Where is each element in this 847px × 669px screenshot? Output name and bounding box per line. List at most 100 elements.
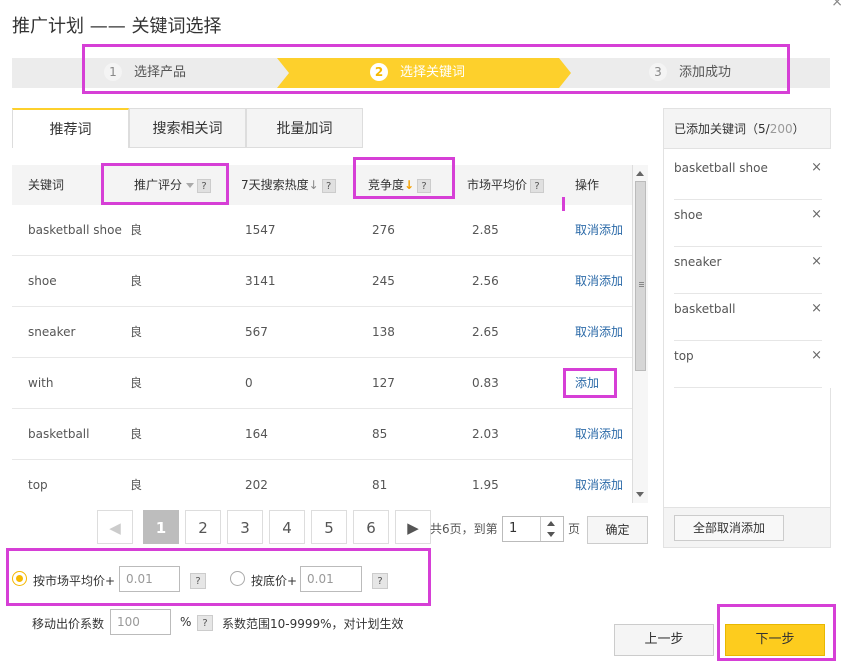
cell-price: 1.95 bbox=[472, 478, 499, 492]
step-number: 1 bbox=[104, 63, 122, 81]
cell-competition: 127 bbox=[372, 376, 395, 390]
page-button-1[interactable]: 1 bbox=[143, 510, 179, 544]
added-keywords-panel: 已添加关键词（5/200） basketball shoe × shoe × sne… bbox=[663, 108, 832, 548]
cancel-add-link[interactable]: 取消添加 bbox=[575, 409, 623, 460]
grip-icon bbox=[639, 282, 644, 283]
close-icon[interactable]: × bbox=[831, 0, 843, 10]
panel-title: 已添加关键词（ bbox=[674, 122, 759, 136]
step-number: 3 bbox=[649, 63, 667, 81]
sort-arrow-icon: ↓ bbox=[404, 178, 415, 192]
help-icon[interactable]: ? bbox=[197, 178, 212, 193]
step-add-success: 3 添加成功 bbox=[649, 58, 731, 88]
help-icon[interactable]: ? bbox=[197, 615, 213, 631]
cell-price: 2.56 bbox=[472, 274, 499, 288]
base-price-radio[interactable] bbox=[230, 571, 245, 586]
help-icon[interactable]: ? bbox=[372, 573, 388, 589]
cell-competition: 245 bbox=[372, 274, 395, 288]
header-competition-label: 竞争度 bbox=[368, 178, 405, 192]
added-keyword-label: sneaker bbox=[674, 255, 722, 269]
prev-step-button[interactable]: 上一步 bbox=[614, 624, 714, 656]
header-action: 操作 bbox=[575, 178, 600, 192]
help-icon[interactable]: ? bbox=[417, 178, 432, 193]
cancel-add-link[interactable]: 取消添加 bbox=[575, 460, 623, 503]
remove-icon[interactable]: × bbox=[811, 294, 822, 324]
step-label: 选择关键词 bbox=[400, 65, 466, 80]
list-item: top × bbox=[674, 341, 822, 388]
market-price-input[interactable]: 0.01 bbox=[119, 566, 180, 592]
next-page-icon[interactable]: ▶ bbox=[395, 510, 431, 544]
scroll-thumb[interactable] bbox=[635, 181, 646, 371]
cancel-add-link[interactable]: 取消添加 bbox=[575, 256, 623, 307]
cell-heat: 0 bbox=[245, 376, 253, 390]
sort-arrow-icon: ↓ bbox=[308, 178, 319, 192]
panel-header: 已添加关键词（5/200） bbox=[664, 109, 830, 149]
page-button-3[interactable]: 3 bbox=[227, 510, 263, 544]
cell-keyword: sneaker bbox=[28, 325, 76, 339]
page-button-2[interactable]: 2 bbox=[185, 510, 221, 544]
base-price-input[interactable]: 0.01 bbox=[300, 566, 362, 592]
list-item: basketball × bbox=[674, 294, 822, 341]
mobile-bid-input[interactable]: 100 bbox=[110, 609, 171, 635]
header-avg-price: 市场平均价? bbox=[467, 165, 545, 205]
page-stepper[interactable] bbox=[540, 517, 562, 541]
clear-all-button[interactable]: 全部取消添加 bbox=[674, 515, 784, 541]
help-icon[interactable]: ? bbox=[530, 178, 545, 193]
step-label: 选择产品 bbox=[134, 65, 187, 80]
tab-recommended[interactable]: 推荐词 bbox=[12, 108, 129, 148]
list-item: basketball shoe × bbox=[674, 153, 822, 200]
cell-keyword: shoe bbox=[28, 274, 57, 288]
remove-icon[interactable]: × bbox=[811, 153, 822, 183]
tab-search-related[interactable]: 搜索相关词 bbox=[129, 108, 246, 148]
header-score[interactable]: 推广评分? bbox=[134, 165, 212, 205]
remove-icon[interactable]: × bbox=[811, 247, 822, 277]
header-avg-price-label: 市场平均价 bbox=[467, 178, 528, 192]
cell-score: 良 bbox=[130, 223, 143, 237]
cell-score: 良 bbox=[130, 478, 143, 492]
scroll-down-icon[interactable] bbox=[636, 492, 644, 497]
base-price-label: 按底价+ bbox=[251, 574, 298, 588]
table-scrollbar[interactable] bbox=[632, 165, 648, 503]
stepper-down-icon[interactable] bbox=[547, 532, 555, 537]
market-price-label: 按市场平均价+ bbox=[33, 574, 116, 588]
confirm-page-button[interactable]: 确定 bbox=[587, 516, 648, 544]
cell-keyword: top bbox=[28, 478, 48, 492]
max-count: 200 bbox=[769, 122, 793, 136]
header-competition[interactable]: 竞争度↓? bbox=[368, 165, 432, 205]
cell-price: 2.03 bbox=[472, 427, 499, 441]
step-select-product: 1 选择产品 bbox=[104, 58, 186, 88]
cancel-add-link[interactable]: 取消添加 bbox=[575, 307, 623, 358]
step-arrow-in bbox=[277, 58, 289, 88]
table-row: shoe 良 3141 245 2.56 取消添加 bbox=[12, 256, 632, 307]
header-score-label: 推广评分 bbox=[134, 178, 183, 192]
cell-heat: 164 bbox=[245, 427, 268, 441]
table-row: top 良 202 81 1.95 取消添加 bbox=[12, 460, 632, 503]
help-icon[interactable]: ? bbox=[190, 573, 206, 589]
page-button-5[interactable]: 5 bbox=[311, 510, 347, 544]
cell-competition: 138 bbox=[372, 325, 395, 339]
panel-title-suffix: ） bbox=[792, 122, 805, 136]
range-note: 系数范围10-9999%，对计划生效 bbox=[222, 617, 404, 631]
stepper-up-icon[interactable] bbox=[547, 521, 555, 526]
added-keyword-label: basketball bbox=[674, 302, 736, 316]
remove-icon[interactable]: × bbox=[811, 200, 822, 230]
cell-heat: 202 bbox=[245, 478, 268, 492]
step-arrow-out bbox=[559, 58, 571, 88]
list-item: sneaker × bbox=[674, 247, 822, 294]
tab-batch-add[interactable]: 批量加词 bbox=[246, 108, 363, 148]
add-link[interactable]: 添加 bbox=[575, 358, 599, 409]
header-heat[interactable]: 7天搜索热度↓? bbox=[241, 165, 336, 205]
help-icon[interactable]: ? bbox=[321, 178, 336, 193]
cell-price: 2.65 bbox=[472, 325, 499, 339]
next-step-button[interactable]: 下一步 bbox=[725, 624, 825, 656]
step-number: 2 bbox=[370, 63, 388, 81]
page-button-4[interactable]: 4 bbox=[269, 510, 305, 544]
cell-score: 良 bbox=[130, 376, 143, 390]
market-price-radio[interactable] bbox=[12, 571, 27, 586]
added-count: 5 bbox=[758, 122, 766, 136]
prev-page-icon[interactable]: ◀ bbox=[97, 510, 133, 544]
cancel-add-link[interactable]: 取消添加 bbox=[575, 205, 623, 256]
page-button-6[interactable]: 6 bbox=[353, 510, 389, 544]
remove-icon[interactable]: × bbox=[811, 341, 822, 371]
table-row: basketball shoe 良 1547 276 2.85 取消添加 bbox=[12, 205, 632, 256]
scroll-up-icon[interactable] bbox=[636, 171, 644, 176]
